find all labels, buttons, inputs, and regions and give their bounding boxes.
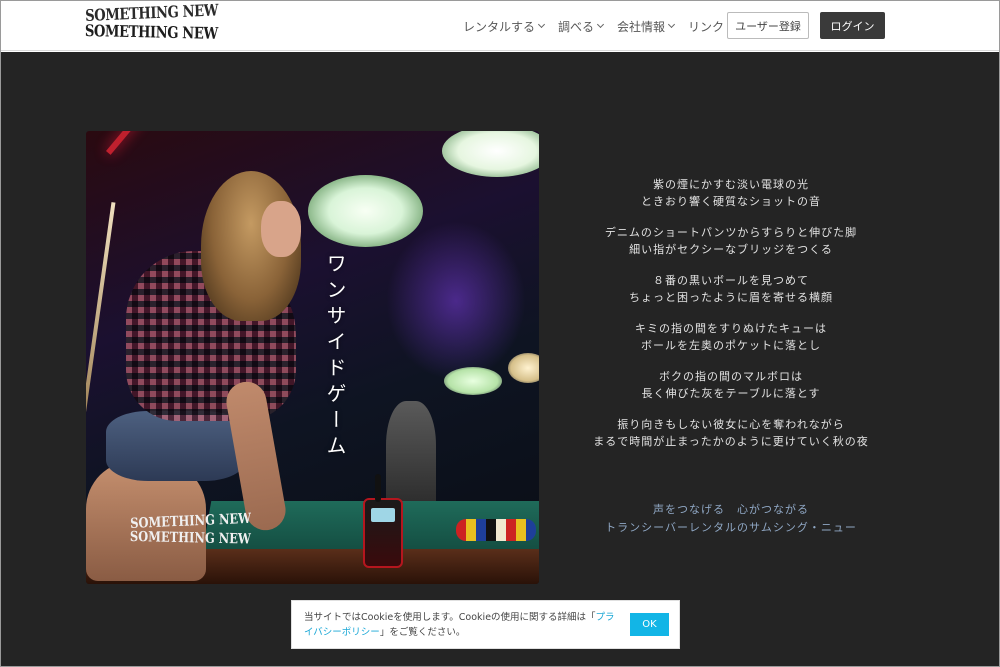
main-content: ワンサイドゲーム SOMETHING NEW SOMETHING NEW 紫の煙… <box>1 52 999 666</box>
poem-line: ボールを左奥のポケットに落とし <box>641 339 821 352</box>
poem-line: 長く伸びた灰をテーブルに落とす <box>641 387 821 400</box>
poem-line: 紫の煙にかすむ淡い電球の光 <box>653 178 809 191</box>
tagline: 声をつなげる 心がつながる トランシーバーレンタルのサムシング・ニュー <box>581 501 881 537</box>
hero-logo: SOMETHING NEW SOMETHING NEW <box>130 511 252 553</box>
poem-stanza: ボクの指の間のマルボロは 長く伸びた灰をテーブルに落とす <box>581 368 881 402</box>
poem-line: ボクの指の間のマルボロは <box>659 370 803 383</box>
poem-line: 振り向きもしない彼女に心を奪われながら <box>617 418 845 431</box>
billiard-balls <box>456 519 536 541</box>
browser-frame: SOMETHING NEW SOMETHING NEW レンタルする 調べる 会… <box>0 0 1000 667</box>
poem-stanza: デニムのショートパンツからすらりと伸びた脚 細い指がセクシーなブリッジをつくる <box>581 224 881 258</box>
chevron-down-icon <box>537 20 546 29</box>
tagline-line: 声をつなげる 心がつながる <box>653 503 809 516</box>
poem-line: デニムのショートパンツからすらりと伸びた脚 <box>604 226 858 239</box>
hero-image: ワンサイドゲーム SOMETHING NEW SOMETHING NEW <box>86 131 539 584</box>
poem-line: 細い指がセクシーなブリッジをつくる <box>629 243 833 256</box>
nav-item-label: リンク <box>688 19 725 34</box>
lamp-decor <box>308 175 423 247</box>
logo-line-2: SOMETHING NEW <box>84 21 218 43</box>
neon-light-decor <box>106 131 240 155</box>
cookie-message: 当サイトではCookieを使用します。Cookieの使用に関する詳細は「プライバ… <box>304 610 624 640</box>
poem-line: ときおり響く硬質なショットの音 <box>641 195 821 208</box>
lamp-decor <box>444 367 502 395</box>
poem-line: キミの指の間をすりぬけたキューは <box>635 322 827 335</box>
purple-haze-decor <box>386 221 526 381</box>
woman-face <box>261 201 301 257</box>
poem-stanza: キミの指の間をすりぬけたキューは ボールを左奥のポケットに落とし <box>581 320 881 354</box>
nav-item-label: レンタルする <box>463 19 536 34</box>
hero-title: ワンサイドゲーム <box>323 253 347 461</box>
chevron-down-icon <box>596 20 605 29</box>
site-header: SOMETHING NEW SOMETHING NEW レンタルする 調べる 会… <box>1 1 999 51</box>
cookie-text-before: 当サイトではCookieを使用します。Cookieの使用に関する詳細は「 <box>304 612 596 623</box>
woman-shorts <box>106 411 246 481</box>
nav-item-search[interactable]: 調べる <box>558 16 605 36</box>
register-button[interactable]: ユーザー登録 <box>727 12 809 39</box>
lamp-decor <box>442 131 539 177</box>
transceiver-antenna <box>375 474 381 502</box>
nav-item-rental[interactable]: レンタルする <box>463 16 546 36</box>
poem-line: まるで時間が止まったかのように更けていく秋の夜 <box>593 435 869 448</box>
login-button[interactable]: ログイン <box>820 12 885 39</box>
tagline-line: トランシーバーレンタルのサムシング・ニュー <box>605 521 857 534</box>
nav-item-label: 調べる <box>558 19 595 34</box>
poem-line: ちょっと困ったように眉を寄せる横顔 <box>629 291 833 304</box>
cookie-banner: 当サイトではCookieを使用します。Cookieの使用に関する詳細は「プライバ… <box>291 600 680 649</box>
cookie-text-after: 」をご覧ください。 <box>379 627 466 638</box>
poem-line: ８番の黒いボールを見つめて <box>653 274 809 287</box>
background-player <box>386 401 436 511</box>
chevron-down-icon <box>668 20 676 29</box>
site-logo[interactable]: SOMETHING NEW SOMETHING NEW <box>85 1 219 46</box>
transceiver-image <box>363 474 403 568</box>
poem-text: 紫の煙にかすむ淡い電球の光 ときおり響く硬質なショットの音 デニムのショートパン… <box>581 176 881 464</box>
nav-item-company[interactable]: 会社情報 <box>617 16 676 36</box>
poem-stanza: 紫の煙にかすむ淡い電球の光 ときおり響く硬質なショットの音 <box>581 176 881 210</box>
nav-item-label: 会社情報 <box>617 19 666 34</box>
main-nav: レンタルする 調べる 会社情報 リンク <box>463 16 747 36</box>
transceiver-screen <box>371 508 395 522</box>
poem-stanza: ８番の黒いボールを見つめて ちょっと困ったように眉を寄せる横顔 <box>581 272 881 306</box>
poem-stanza: 振り向きもしない彼女に心を奪われながら まるで時間が止まったかのように更けていく… <box>581 416 881 450</box>
cookie-ok-button[interactable]: OK <box>630 613 669 636</box>
hero-logo-line-2: SOMETHING NEW <box>129 529 251 548</box>
